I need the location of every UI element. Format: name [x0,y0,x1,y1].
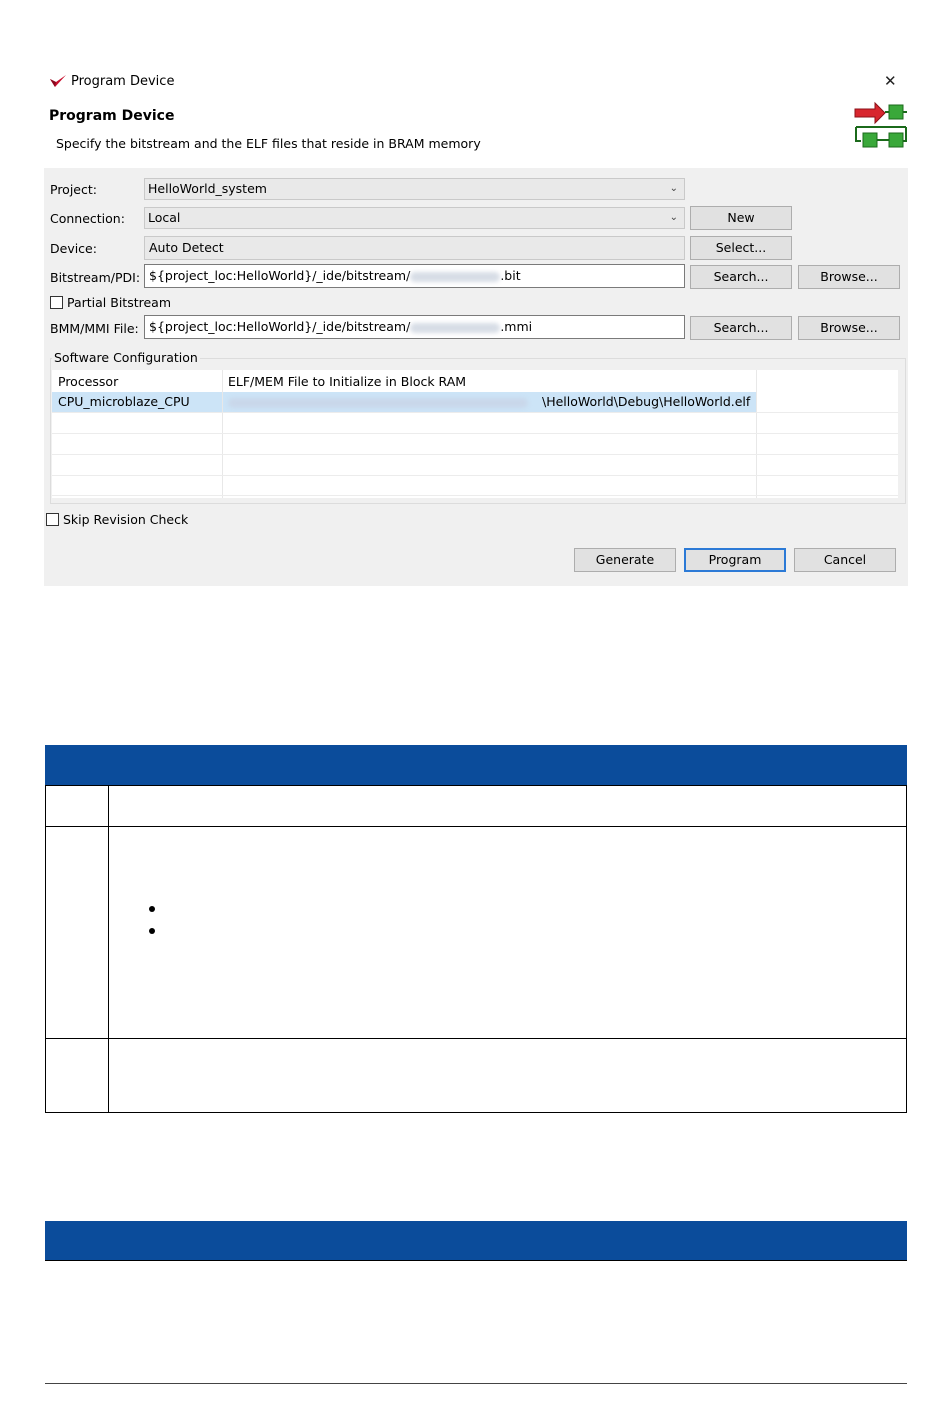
bmm-path-prefix: ${project_loc:HelloWorld}/_ide/bitstream… [149,319,411,334]
bitstream-label: Bitstream/PDI: [50,270,141,285]
doc-table-bottom-line [45,1260,907,1261]
bitstream-input[interactable]: ${project_loc:HelloWorld}/_ide/bitstream… [144,264,685,288]
device-field[interactable]: Auto Detect [144,236,685,260]
doc-table-row-line [45,1038,907,1039]
doc-table-header [45,1221,907,1261]
redacted-text [410,271,501,282]
new-connection-button[interactable]: New [690,206,792,230]
project-value: HelloWorld_system [148,181,267,196]
redacted-text [228,397,528,408]
generate-button[interactable]: Generate [574,548,676,572]
bmm-label: BMM/MMI File: [50,321,139,336]
bitstream-path-prefix: ${project_loc:HelloWorld}/_ide/bitstream… [149,268,411,283]
skip-revision-checkbox[interactable] [46,513,59,526]
doc-table-divider [108,785,109,1113]
window-title: Program Device [71,74,175,89]
bitstream-browse-button[interactable]: Browse... [798,265,900,289]
footer-rule [45,1383,907,1384]
project-label: Project: [50,182,97,197]
elf-path-suffix: \HelloWorld\Debug\HelloWorld.elf [542,394,751,409]
dialog-subtitle: Specify the bitstream and the ELF files … [56,136,481,151]
doc-table-body [45,785,907,1113]
column-divider [756,370,757,498]
bmm-path-suffix: .mmi [500,319,533,334]
bullet-icon [149,906,155,912]
chevron-down-icon: ⌄ [669,183,678,194]
device-value: Auto Detect [149,240,224,255]
dialog-heading: Program Device [49,108,175,124]
software-config-table: Processor ELF/MEM File to Initialize in … [52,370,898,498]
connection-label: Connection: [50,211,125,226]
partial-bitstream-checkbox[interactable] [50,296,63,309]
bmm-search-button[interactable]: Search... [690,316,792,340]
bmm-browse-button[interactable]: Browse... [798,316,900,340]
cancel-button[interactable]: Cancel [794,548,896,572]
chevron-down-icon: ⌄ [669,212,678,223]
elf-file-cell[interactable]: \HelloWorld\Debug\HelloWorld.elf [228,392,750,412]
project-combo[interactable]: HelloWorld_system ⌄ [144,178,685,200]
close-icon[interactable]: ✕ [884,72,897,90]
row-divider [52,495,898,496]
row-divider [52,454,898,455]
partial-bitstream-label: Partial Bitstream [67,295,172,310]
row-divider [52,433,898,434]
processor-cell: CPU_microblaze_CPU [58,394,190,409]
bmm-input[interactable]: ${project_loc:HelloWorld}/_ide/bitstream… [144,315,685,339]
xilinx-logo-icon [50,75,66,87]
column-divider [222,370,223,498]
row-divider [52,475,898,476]
software-config-title: Software Configuration [52,350,200,365]
bitstream-path-suffix: .bit [500,268,521,283]
program-device-icon [854,101,907,148]
column-header-elf: ELF/MEM File to Initialize in Block RAM [228,374,467,389]
connection-value: Local [148,210,181,225]
row-divider [52,412,898,413]
bitstream-search-button[interactable]: Search... [690,265,792,289]
connection-combo[interactable]: Local ⌄ [144,207,685,229]
column-header-processor: Processor [58,374,119,389]
skip-revision-label: Skip Revision Check [63,512,189,527]
device-label: Device: [50,241,97,256]
program-button[interactable]: Program [684,548,786,572]
doc-table-row-line [45,826,907,827]
doc-table-header [45,745,907,785]
redacted-text [410,322,501,333]
select-device-button[interactable]: Select... [690,236,792,260]
bullet-icon [149,928,155,934]
